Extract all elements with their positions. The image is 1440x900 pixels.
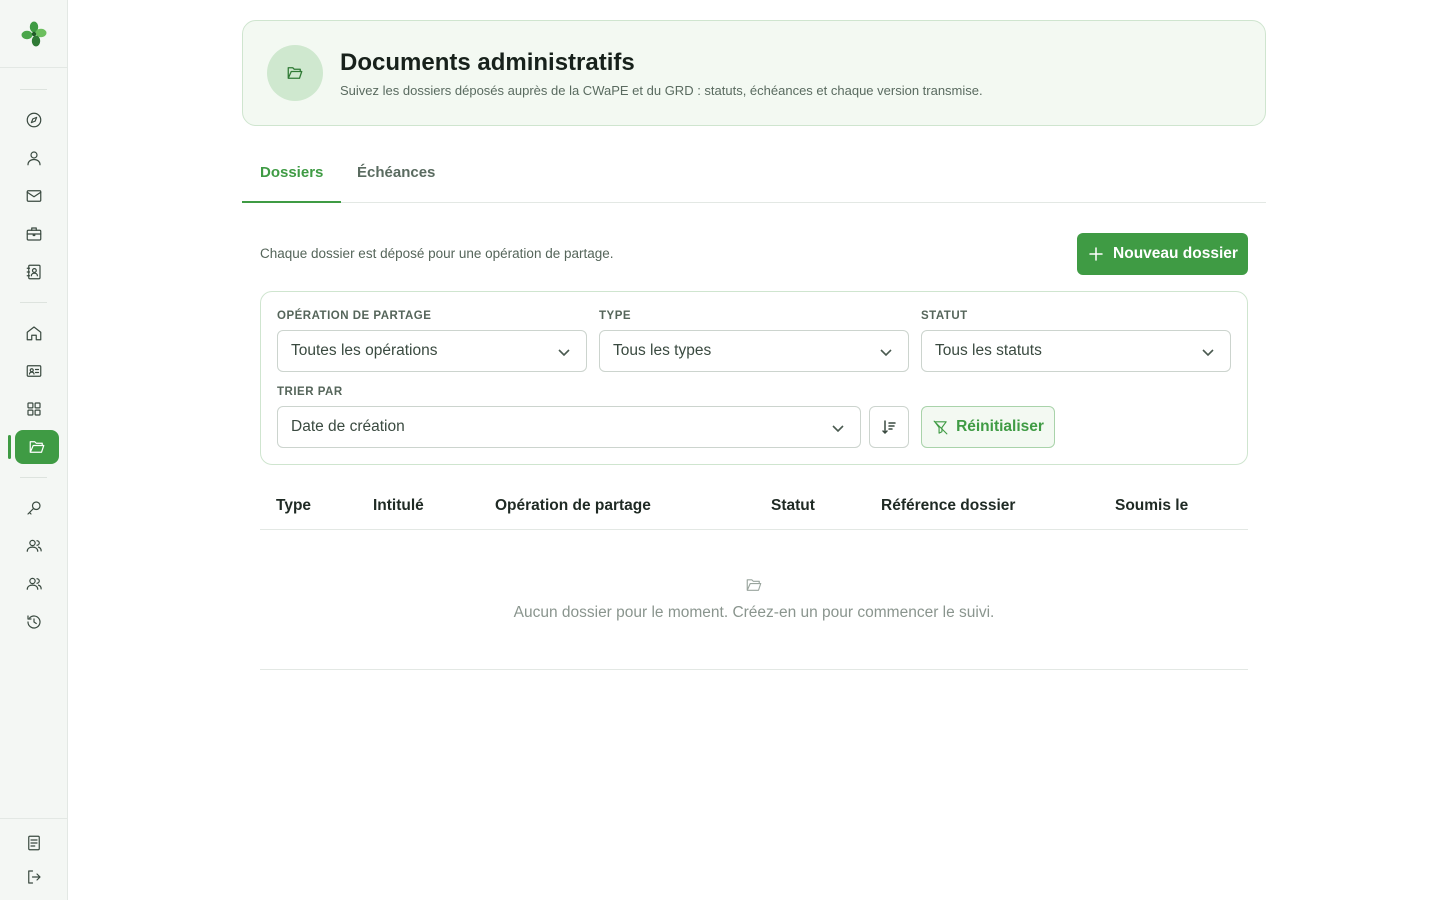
clover-logo-icon — [21, 21, 46, 46]
filter-status-select[interactable]: Tous les statuts — [921, 330, 1231, 372]
logout-icon — [28, 870, 41, 884]
plus-icon — [1089, 247, 1103, 261]
column-header-operation[interactable]: Opération de partage — [495, 497, 651, 515]
sort-value: Date de création — [291, 418, 405, 435]
filter-status-value: Tous les statuts — [935, 342, 1042, 359]
sidebar-bottom-separator — [0, 818, 67, 819]
sidebar-item-id-card[interactable] — [15, 354, 53, 388]
reset-filters-button[interactable]: Réinitialiser — [921, 406, 1055, 448]
sidebar-item-explore[interactable] — [15, 103, 53, 137]
chevron-down-icon — [556, 344, 572, 360]
search-key-icon — [27, 501, 41, 515]
sidebar-item-contacts[interactable] — [15, 255, 53, 289]
new-dossier-button[interactable]: Nouveau dossier — [1077, 233, 1248, 275]
sidebar-item-groups[interactable] — [15, 567, 53, 601]
sidebar-item-search[interactable] — [15, 491, 53, 525]
filter-status-label: STATUT — [921, 310, 968, 322]
column-header-intitule[interactable]: Intitulé — [373, 497, 424, 515]
column-header-reference[interactable]: Référence dossier — [881, 497, 1015, 515]
home-icon — [26, 326, 42, 341]
sidebar — [0, 0, 68, 900]
folder-open-icon — [29, 441, 45, 453]
page-title: Documents administratifs — [340, 49, 635, 76]
sidebar-item-documents[interactable] — [15, 430, 59, 464]
column-header-type[interactable]: Type — [276, 497, 311, 515]
header-icon-badge — [267, 45, 323, 101]
sidebar-separator — [20, 477, 47, 478]
filter-operation-label: OPÉRATION DE PARTAGE — [277, 310, 432, 322]
chevron-down-icon — [830, 420, 846, 436]
column-header-soumis-le[interactable]: Soumis le — [1115, 497, 1188, 515]
empty-state: Aucun dossier pour le moment. Créez-en u… — [260, 530, 1248, 670]
filter-type-select[interactable]: Tous les types — [599, 330, 909, 372]
app-logo[interactable] — [0, 0, 67, 68]
sidebar-separator — [20, 89, 47, 90]
folder-open-icon — [287, 67, 303, 79]
sidebar-item-business[interactable] — [15, 217, 53, 251]
folder-open-icon — [745, 576, 763, 594]
filter-panel: OPÉRATION DE PARTAGE Toutes les opératio… — [260, 291, 1248, 465]
sidebar-item-apps[interactable] — [15, 392, 53, 426]
users-alt-icon — [26, 577, 42, 590]
active-indicator — [8, 435, 11, 459]
table-header: Type Intitulé Opération de partage Statu… — [260, 485, 1248, 530]
column-header-statut[interactable]: Statut — [771, 497, 815, 515]
sidebar-item-messages[interactable] — [15, 179, 53, 213]
page-subtitle: Suivez les dossiers déposés auprès de la… — [340, 83, 983, 98]
tab-echeances[interactable]: Échéances — [339, 152, 453, 203]
sort-select[interactable]: Date de création — [277, 406, 861, 448]
reset-filters-label: Réinitialiser — [956, 418, 1044, 435]
empty-state-message: Aucun dossier pour le moment. Créez-en u… — [513, 604, 995, 621]
main-content: Documents administratifs Suivez les doss… — [242, 20, 1266, 670]
grid-icon — [27, 402, 41, 416]
page-header: Documents administratifs Suivez les doss… — [242, 20, 1266, 126]
sort-descending-icon — [882, 420, 896, 435]
history-icon — [27, 615, 41, 629]
sidebar-item-profile[interactable] — [15, 141, 53, 175]
tab-bar: Dossiers Échéances — [242, 152, 1266, 203]
tab-dossiers[interactable]: Dossiers — [242, 152, 342, 203]
sort-label: TRIER PAR — [277, 386, 343, 398]
filter-type-label: TYPE — [599, 310, 632, 322]
chevron-down-icon — [878, 344, 894, 360]
filter-operation-value: Toutes les opérations — [291, 342, 438, 359]
section-description: Chaque dossier est déposé pour une opéra… — [260, 246, 614, 261]
briefcase-icon — [26, 227, 42, 241]
sidebar-item-logout[interactable] — [15, 860, 53, 894]
contact-book-icon — [26, 264, 41, 280]
filter-operation-select[interactable]: Toutes les opérations — [277, 330, 587, 372]
sort-direction-button[interactable] — [869, 406, 909, 448]
mail-icon — [26, 190, 42, 202]
new-dossier-label: Nouveau dossier — [1113, 245, 1238, 262]
id-card-icon — [26, 365, 42, 377]
compass-icon — [26, 112, 42, 128]
chevron-down-icon — [1200, 344, 1216, 360]
document-icon — [28, 835, 40, 851]
filter-off-icon — [933, 420, 948, 434]
users-icon — [26, 539, 42, 552]
user-icon — [27, 151, 41, 166]
sidebar-item-home[interactable] — [15, 316, 53, 350]
sidebar-separator — [20, 302, 47, 303]
sidebar-item-history[interactable] — [15, 605, 53, 639]
sidebar-item-docs[interactable] — [15, 826, 53, 860]
filter-type-value: Tous les types — [613, 342, 712, 359]
sidebar-item-members[interactable] — [15, 529, 53, 563]
